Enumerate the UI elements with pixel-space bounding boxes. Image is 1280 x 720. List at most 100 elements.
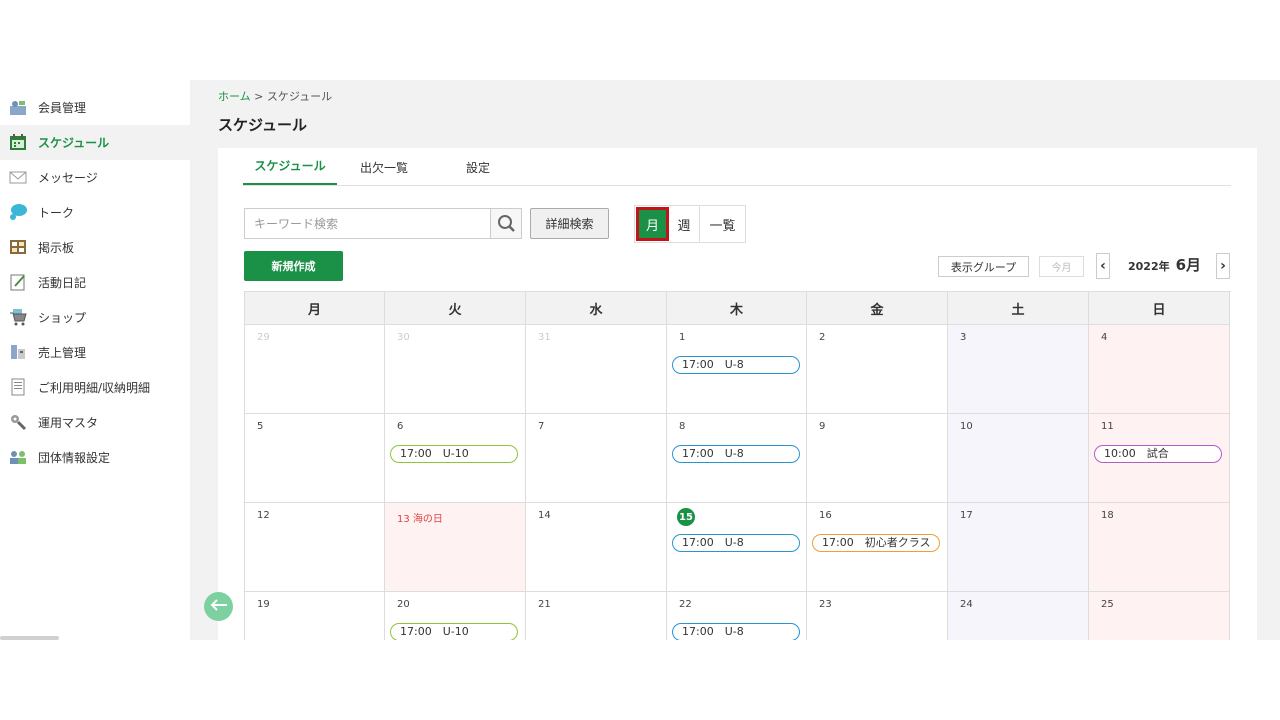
calendar-day-cell[interactable]: 4 — [1089, 325, 1230, 414]
calendar-day-cell[interactable]: 25 — [1089, 592, 1230, 640]
calendar-day-cell[interactable]: 10 — [948, 414, 1089, 503]
arrow-left-icon — [210, 597, 228, 616]
weekday-header: 土 — [948, 292, 1089, 325]
display-group-button[interactable]: 表示グループ — [938, 256, 1029, 277]
schedule-event[interactable]: 17:00 U-8 — [672, 534, 800, 552]
sidebar-item-shop[interactable]: ショップ — [0, 300, 190, 335]
day-number: 21 — [538, 599, 551, 610]
back-button[interactable] — [204, 592, 233, 621]
tab-attendance-list[interactable]: 出欠一覧 — [337, 148, 431, 186]
next-month-button[interactable]: › — [1216, 253, 1230, 279]
day-number: 10 — [960, 421, 973, 432]
tab-schedule[interactable]: スケジュール — [243, 148, 337, 186]
envelope-icon — [9, 168, 27, 186]
calendar-day-cell[interactable]: 3 — [948, 325, 1089, 414]
calendar-day-cell[interactable]: 9 — [807, 414, 948, 503]
prev-month-button[interactable]: ‹ — [1096, 253, 1110, 279]
sidebar-item-statement[interactable]: ご利用明細/収納明細 — [0, 370, 190, 405]
diary-icon — [9, 273, 27, 291]
calendar-day-cell[interactable]: 15 17:00 U-8 — [667, 503, 807, 592]
this-month-button[interactable]: 今月 — [1039, 256, 1084, 277]
day-number: 13 海の日 — [397, 514, 443, 525]
view-list-button[interactable]: 一覧 — [699, 206, 745, 242]
sidebar-item-board[interactable]: 掲示板 — [0, 230, 190, 265]
calendar-day-cell[interactable]: 17 — [948, 503, 1089, 592]
calendar-day-cell[interactable]: 19 — [245, 592, 385, 640]
sidebar-item-sales[interactable]: 売上管理 — [0, 335, 190, 370]
main-content: ホーム > スケジュール スケジュール スケジュール 出欠一覧 設定 詳細検索 … — [190, 80, 1280, 640]
detail-search-button[interactable]: 詳細検索 — [530, 208, 609, 239]
search-input[interactable] — [245, 209, 491, 238]
calendar-day-cell[interactable]: 6 17:00 U-10 — [385, 414, 526, 503]
schedule-event[interactable]: 17:00 U-8 — [672, 445, 800, 463]
shop-cart-icon — [9, 308, 27, 326]
board-icon — [9, 238, 27, 256]
sidebar-scrollbar[interactable] — [0, 636, 59, 640]
schedule-event[interactable]: 10:00 試合 — [1094, 445, 1222, 463]
calendar-day-cell[interactable]: 29 — [245, 325, 385, 414]
calendar-day-cell[interactable]: 22 17:00 U-8 — [667, 592, 807, 640]
day-number: 11 — [1101, 421, 1114, 432]
calendar-day-cell[interactable]: 16 17:00 初心者クラス — [807, 503, 948, 592]
calendar-day-cell[interactable]: 5 — [245, 414, 385, 503]
calendar-day-cell[interactable]: 8 17:00 U-8 — [667, 414, 807, 503]
calendar-day-cell[interactable]: 31 — [526, 325, 667, 414]
calendar-icon — [9, 133, 27, 151]
day-number: 12 — [257, 510, 270, 521]
tools-icon — [9, 413, 27, 431]
calendar-day-cell[interactable]: 2 — [807, 325, 948, 414]
search-icon — [491, 215, 522, 242]
app-window: 会員管理 スケジュール メッセージ トーク 掲示板 活動日記 ショップ 売上管理… — [0, 80, 1280, 640]
calendar-day-cell[interactable]: 11 10:00 試合 — [1089, 414, 1230, 503]
day-number: 2 — [819, 332, 826, 343]
view-week-button[interactable]: 週 — [670, 206, 698, 242]
sidebar-item-group-settings[interactable]: 団体情報設定 — [0, 440, 190, 475]
schedule-card: スケジュール 出欠一覧 設定 詳細検索 月 週 一覧 新規作成 表示グループ — [218, 148, 1257, 640]
day-number: 20 — [397, 599, 410, 610]
calendar-day-cell[interactable]: 30 — [385, 325, 526, 414]
schedule-event[interactable]: 17:00 初心者クラス — [812, 534, 940, 552]
calendar-day-cell[interactable]: 7 — [526, 414, 667, 503]
breadcrumb-separator: > — [250, 90, 267, 103]
schedule-event[interactable]: 17:00 U-10 — [390, 623, 518, 640]
calendar-day-cell[interactable]: 21 — [526, 592, 667, 640]
schedule-event[interactable]: 17:00 U-8 — [672, 356, 800, 374]
day-number: 25 — [1101, 599, 1114, 610]
calendar-day-cell[interactable]: 13 海の日 — [385, 503, 526, 592]
schedule-event[interactable]: 17:00 U-8 — [672, 623, 800, 640]
month-label: 6月 — [1175, 256, 1202, 274]
search-button[interactable] — [490, 209, 521, 238]
calendar-day-cell[interactable]: 14 — [526, 503, 667, 592]
sidebar-item-master[interactable]: 運用マスタ — [0, 405, 190, 440]
sales-icon — [9, 343, 27, 361]
calendar-day-cell[interactable]: 12 — [245, 503, 385, 592]
sidebar-item-members[interactable]: 会員管理 — [0, 90, 190, 125]
tab-settings[interactable]: 設定 — [431, 148, 525, 186]
calendar-day-cell[interactable]: 1 17:00 U-8 — [667, 325, 807, 414]
calendar-day-cell[interactable]: 18 — [1089, 503, 1230, 592]
weekday-header: 金 — [807, 292, 948, 325]
chat-bubble-icon — [9, 203, 27, 221]
calendar-day-cell[interactable]: 20 17:00 U-10 — [385, 592, 526, 640]
breadcrumb-current: スケジュール — [266, 90, 333, 103]
day-number: 16 — [819, 510, 832, 521]
calendar-day-cell[interactable]: 24 — [948, 592, 1089, 640]
month-calendar: 月火水木金土日 29 30 31 1 17:00 U-8 2 3 4 5 6 17:00 U-10 7 8… — [244, 291, 1231, 640]
sidebar-item-schedule[interactable]: スケジュール — [0, 125, 190, 160]
new-schedule-button[interactable]: 新規作成 — [244, 251, 343, 281]
day-number: 23 — [819, 599, 832, 610]
weekday-header: 水 — [526, 292, 667, 325]
page-title: スケジュール — [218, 116, 307, 134]
breadcrumb-home-link[interactable]: ホーム — [218, 90, 251, 103]
day-number: 4 — [1101, 332, 1108, 343]
statement-icon — [9, 378, 27, 396]
sidebar-item-talk[interactable]: トーク — [0, 195, 190, 230]
view-toggle: 月 週 一覧 — [634, 205, 746, 243]
search-box — [244, 208, 522, 239]
view-month-button[interactable]: 月 — [636, 207, 669, 241]
calendar-day-cell[interactable]: 23 — [807, 592, 948, 640]
group-icon — [9, 448, 27, 466]
sidebar-item-diary[interactable]: 活動日記 — [0, 265, 190, 300]
schedule-event[interactable]: 17:00 U-10 — [390, 445, 518, 463]
sidebar-item-messages[interactable]: メッセージ — [0, 160, 190, 195]
